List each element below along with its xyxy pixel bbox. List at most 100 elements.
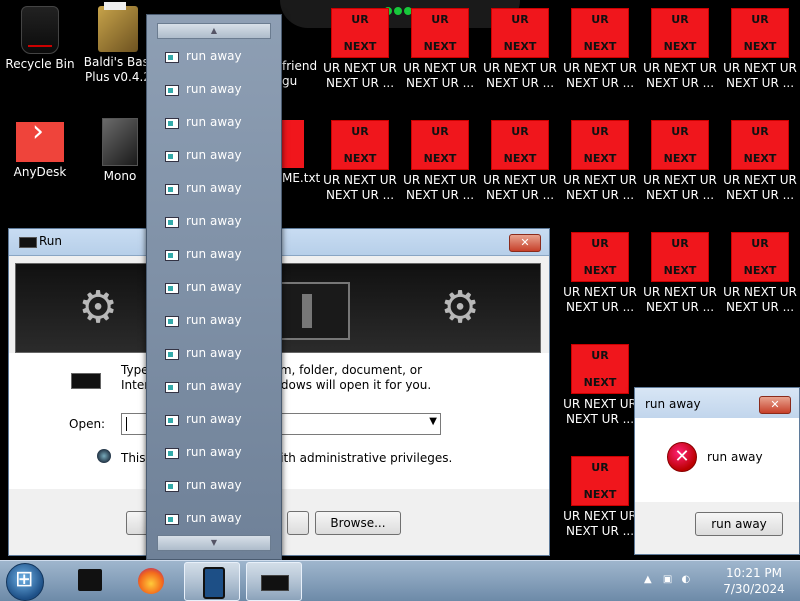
menu-item-run-away[interactable]: run away bbox=[147, 45, 281, 69]
message-box-titlebar: run away ✕ bbox=[635, 388, 799, 418]
desktop-icon-recycle-bin[interactable]: Recycle Bin bbox=[0, 0, 80, 72]
recycle-bin-icon bbox=[21, 6, 59, 54]
desktop-icon-label-line1: UR NEXT UR bbox=[723, 173, 797, 187]
desktop-icon-label-line2: NEXT UR ... bbox=[725, 300, 795, 314]
browse-button[interactable]: Browse... bbox=[315, 511, 401, 535]
folder-icon bbox=[98, 2, 138, 52]
menu-item-run-away[interactable]: run away bbox=[147, 507, 281, 531]
desktop-icon-label-line1: UR NEXT UR bbox=[563, 397, 637, 411]
ur-file-icon-partial bbox=[280, 120, 304, 168]
run-icon bbox=[165, 52, 179, 63]
run-title: Run bbox=[39, 234, 63, 248]
desktop-icon-label-line2: NEXT UR ... bbox=[725, 76, 795, 90]
desktop-icon-ur-next[interactable]: UR NEXT UR NEXT UR NEXT UR ... bbox=[560, 336, 640, 427]
ur-icon-bottom-text: NEXT bbox=[583, 264, 617, 277]
taskbar: ▲ ▣ ◐ 10:21 PM 7/30/2024 bbox=[0, 560, 800, 601]
menu-item-run-away[interactable]: run away bbox=[147, 408, 281, 432]
desktop-icon-partial-label: friend bbox=[282, 59, 318, 73]
scroll-up-button[interactable]: ▲ bbox=[157, 23, 271, 39]
desktop-icon-ur-next[interactable]: UR NEXT UR NEXT UR NEXT UR ... bbox=[480, 112, 560, 203]
taskbar-run[interactable] bbox=[246, 562, 302, 601]
menu-item-run-away[interactable]: run away bbox=[147, 78, 281, 102]
desktop-icon-ur-next[interactable]: UR NEXT UR NEXT UR NEXT UR ... bbox=[640, 0, 720, 91]
scroll-down-button[interactable]: ▼ bbox=[157, 535, 271, 551]
menu-item-run-away[interactable]: run away bbox=[147, 111, 281, 135]
menu-item-run-away[interactable]: run away bbox=[147, 210, 281, 234]
ur-icon-top-text: UR bbox=[511, 13, 529, 26]
ur-icon-top-text: UR bbox=[431, 125, 449, 138]
ur-file-icon: UR NEXT bbox=[571, 456, 629, 506]
chevron-up-icon[interactable]: ▲ bbox=[644, 574, 652, 585]
ur-icon-bottom-text: NEXT bbox=[423, 152, 457, 165]
desktop-icon-label-line1: UR NEXT UR bbox=[643, 61, 717, 75]
desktop-icon-label-line2: NEXT UR ... bbox=[325, 76, 395, 90]
close-button[interactable]: ✕ bbox=[509, 234, 541, 252]
ur-file-icon: UR NEXT bbox=[571, 344, 629, 394]
desktop-icon-anydesk[interactable]: AnyDesk bbox=[0, 112, 80, 180]
menu-item-run-away[interactable]: run away bbox=[147, 309, 281, 333]
desktop-icon-label-line1: UR NEXT UR bbox=[403, 173, 477, 187]
clock[interactable]: 10:21 PM 7/30/2024 bbox=[712, 565, 796, 597]
menu-item-label: run away bbox=[186, 181, 242, 195]
gear-icon: ⚙ bbox=[78, 282, 118, 333]
ur-file-icon: UR NEXT bbox=[411, 8, 469, 58]
menu-item-label: run away bbox=[186, 478, 242, 492]
desktop-icon-ur-next[interactable]: UR NEXT UR NEXT UR NEXT UR ... bbox=[720, 112, 800, 203]
menu-item-run-away[interactable]: run away bbox=[147, 474, 281, 498]
desktop-icon-label-line2: NEXT UR ... bbox=[485, 76, 555, 90]
taskbar-app-1[interactable] bbox=[62, 562, 116, 599]
ur-icon-top-text: UR bbox=[751, 13, 769, 26]
menu-item-run-away[interactable]: run away bbox=[147, 375, 281, 399]
ur-icon-bottom-text: NEXT bbox=[343, 40, 377, 53]
run-icon bbox=[261, 575, 289, 591]
desktop-icon-ur-next[interactable]: UR NEXT UR NEXT UR NEXT UR ... bbox=[320, 112, 400, 203]
menu-item-run-away[interactable]: run away bbox=[147, 276, 281, 300]
run-icon bbox=[165, 382, 179, 393]
ur-icon-bottom-text: NEXT bbox=[583, 40, 617, 53]
taskbar-firefox[interactable] bbox=[124, 562, 178, 599]
start-button[interactable] bbox=[6, 563, 44, 601]
desktop-icon-ur-next[interactable]: UR NEXT UR NEXT UR NEXT UR ... bbox=[720, 224, 800, 315]
close-button[interactable]: ✕ bbox=[759, 396, 791, 414]
ur-file-icon: UR NEXT bbox=[491, 8, 549, 58]
desktop-icon-ur-next[interactable]: UR NEXT UR NEXT UR NEXT UR ... bbox=[560, 0, 640, 91]
desktop-icon-ur-next[interactable]: UR NEXT UR NEXT UR NEXT UR ... bbox=[720, 0, 800, 91]
taskbar-app-3[interactable] bbox=[184, 562, 240, 601]
ur-icon-top-text: UR bbox=[591, 125, 609, 138]
desktop-icon-ur-next[interactable]: UR NEXT UR NEXT UR NEXT UR ... bbox=[640, 224, 720, 315]
desktop-icon-label-line2: NEXT UR ... bbox=[645, 76, 715, 90]
run-away-menu: ▲ run away run away run away run away run aw… bbox=[146, 14, 282, 560]
ur-icon-top-text: UR bbox=[351, 125, 369, 138]
message-box-ok-button[interactable]: run away bbox=[695, 512, 783, 536]
desktop-icon-ur-next[interactable]: UR NEXT UR NEXT UR NEXT UR ... bbox=[560, 112, 640, 203]
desktop-icon-ur-next[interactable]: UR NEXT UR NEXT UR NEXT UR ... bbox=[640, 112, 720, 203]
desktop-icon-label-line1: UR NEXT UR bbox=[563, 509, 637, 523]
monitor-icon[interactable]: ▣ bbox=[663, 574, 672, 585]
menu-item-label: run away bbox=[186, 445, 242, 459]
desktop-icon-ur-next[interactable]: UR NEXT UR NEXT UR NEXT UR ... bbox=[400, 112, 480, 203]
run-app-icon bbox=[19, 237, 37, 248]
desktop-icon-ur-next[interactable]: UR NEXT UR NEXT UR NEXT UR ... bbox=[560, 448, 640, 539]
desktop-icon-baldis-basics[interactable]: Baldi's Basi Plus v0.4.2 bbox=[80, 0, 156, 85]
menu-item-run-away[interactable]: run away bbox=[147, 144, 281, 168]
desktop-icon-label-line2: NEXT UR ... bbox=[645, 300, 715, 314]
menu-item-run-away[interactable]: run away bbox=[147, 243, 281, 267]
ur-icon-top-text: UR bbox=[591, 13, 609, 26]
network-icon[interactable]: ◐ bbox=[682, 574, 691, 585]
menu-item-label: run away bbox=[186, 412, 242, 426]
desktop-icon-ur-next[interactable]: UR NEXT UR NEXT UR NEXT UR ... bbox=[560, 224, 640, 315]
desktop-icon-ur-next[interactable]: UR NEXT UR NEXT UR NEXT UR ... bbox=[400, 0, 480, 91]
menu-item-run-away[interactable]: run away bbox=[147, 342, 281, 366]
anydesk-icon bbox=[16, 122, 64, 162]
app-window-icon bbox=[78, 569, 102, 591]
run-icon bbox=[165, 283, 179, 294]
menu-item-label: run away bbox=[186, 346, 242, 360]
cancel-button[interactable] bbox=[287, 511, 309, 535]
menu-item-run-away[interactable]: run away bbox=[147, 441, 281, 465]
menu-item-label: run away bbox=[186, 247, 242, 261]
desktop-icon-ur-next[interactable]: UR NEXT UR NEXT UR NEXT UR ... bbox=[480, 0, 560, 91]
chevron-down-icon[interactable]: ▼ bbox=[429, 416, 437, 427]
desktop-icon-ur-next[interactable]: UR NEXT UR NEXT UR NEXT UR ... bbox=[320, 0, 400, 91]
menu-item-run-away[interactable]: run away bbox=[147, 177, 281, 201]
run-icon bbox=[165, 118, 179, 129]
